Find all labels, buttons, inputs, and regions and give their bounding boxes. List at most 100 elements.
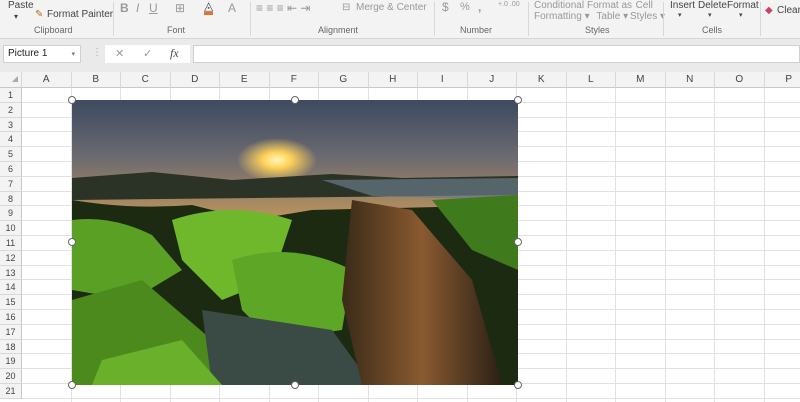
row-header-18[interactable]: 18 <box>0 339 22 355</box>
column-header-N[interactable]: N <box>665 72 715 88</box>
resize-handle-top-right[interactable] <box>514 96 522 104</box>
row-header-21[interactable]: 21 <box>0 384 22 399</box>
label: Table <box>596 11 621 22</box>
divider <box>250 2 251 36</box>
cancel-icon[interactable]: ✕ <box>115 47 124 60</box>
decimal-buttons[interactable]: +.0 .00 <box>498 1 520 8</box>
gridline <box>664 88 666 402</box>
row-header-9[interactable]: 9 <box>0 206 22 222</box>
row-header-17[interactable]: 17 <box>0 324 22 340</box>
divider <box>663 2 664 36</box>
paste-dropdown-icon[interactable]: ▾ <box>14 12 18 21</box>
row-header-10[interactable]: 10 <box>0 221 22 236</box>
formula-buttons: ✕ ✓ fx <box>105 45 190 63</box>
formula-input[interactable] <box>193 45 800 63</box>
clipboard-group-label: Clipboard <box>34 25 73 35</box>
divider <box>113 2 114 36</box>
picture-1[interactable] <box>72 100 518 385</box>
label: Formatting <box>534 11 582 22</box>
row-header-6[interactable]: 6 <box>0 162 22 177</box>
align-icons[interactable]: ≡ ≡ ≡ ⇤ ⇥ <box>256 1 310 15</box>
row-header-20[interactable]: 20 <box>0 369 22 384</box>
column-header-A[interactable]: A <box>22 72 72 88</box>
label: Styles <box>630 11 658 22</box>
column-header-F[interactable]: F <box>269 72 319 88</box>
row-header-13[interactable]: 13 <box>0 265 22 281</box>
dropdown-icon: ▾ <box>739 12 743 19</box>
row-header-12[interactable]: 12 <box>0 250 22 266</box>
gridline <box>615 88 616 402</box>
label: Format as <box>587 0 633 11</box>
merge-icon: ⊟ <box>342 2 351 13</box>
underline-button[interactable]: U <box>149 1 158 15</box>
gridline <box>763 88 765 402</box>
resize-handle-top[interactable] <box>291 96 299 104</box>
column-header-I[interactable]: I <box>418 72 468 88</box>
resize-handle-top-left[interactable] <box>68 96 76 104</box>
row-header-2[interactable]: 2 <box>0 102 22 118</box>
format-as-table-button[interactable]: Format as Table ▾ <box>587 0 632 22</box>
row-header-4[interactable]: 4 <box>0 132 22 148</box>
delete-button[interactable]: Delete <box>698 0 727 11</box>
resize-handle-bottom-left[interactable] <box>68 381 76 389</box>
clear-button[interactable]: Clear <box>777 5 800 16</box>
merge-center-button[interactable]: Merge & Center <box>356 2 427 13</box>
conditional-formatting-button[interactable]: Conditional Formatting ▾ <box>534 0 590 22</box>
ribbon: Paste ▾ ✎ Format Painter Clipboard B I U… <box>0 0 800 39</box>
resize-handle-bottom-right[interactable] <box>514 381 522 389</box>
name-box[interactable]: Picture 1 ▾ <box>3 45 81 63</box>
enter-icon[interactable]: ✓ <box>143 47 152 60</box>
borders-icon[interactable]: ⊞ <box>175 1 185 15</box>
format-painter-button[interactable]: Format Painter <box>47 9 113 20</box>
currency-button[interactable]: $ <box>442 0 449 14</box>
column-header-G[interactable]: G <box>319 72 369 88</box>
gridline <box>714 88 715 402</box>
row-header-15[interactable]: 15 <box>0 295 22 310</box>
column-header-B[interactable]: B <box>71 72 121 88</box>
font-color-button[interactable]: A <box>228 1 236 15</box>
resize-handle-bottom[interactable] <box>291 381 299 389</box>
label: Cell <box>635 0 653 11</box>
fill-color-icon[interactable]: ◬ <box>204 0 214 15</box>
format-button[interactable]: Format <box>727 0 759 11</box>
italic-button[interactable]: I <box>136 1 139 15</box>
gridline <box>22 397 800 399</box>
column-header-K[interactable]: K <box>517 72 567 88</box>
column-header-L[interactable]: L <box>566 72 616 88</box>
column-header-C[interactable]: C <box>121 72 171 88</box>
bold-button[interactable]: B <box>120 1 129 15</box>
number-group-label: Number <box>460 25 493 35</box>
row-header-11[interactable]: 11 <box>0 236 22 251</box>
column-header-M[interactable]: M <box>616 72 666 88</box>
insert-button[interactable]: Insert <box>670 0 695 11</box>
resize-handle-right[interactable] <box>514 238 522 246</box>
row-header-19[interactable]: 19 <box>0 354 22 370</box>
insert-function-button[interactable]: fx <box>170 46 179 61</box>
select-all-icon: ◢ <box>11 74 18 83</box>
column-header-D[interactable]: D <box>170 72 220 88</box>
divider <box>528 2 529 36</box>
alignment-group-label: Alignment <box>318 25 359 35</box>
row-header-16[interactable]: 16 <box>0 310 22 325</box>
row-header-5[interactable]: 5 <box>0 147 22 162</box>
column-header-P[interactable]: P <box>764 72 800 88</box>
row-header-14[interactable]: 14 <box>0 280 22 296</box>
cell-styles-button[interactable]: Cell Styles ▾ <box>630 0 665 22</box>
paste-button[interactable]: Paste <box>8 0 34 11</box>
comma-button[interactable]: , <box>478 0 481 14</box>
column-header-J[interactable]: J <box>467 72 517 88</box>
select-all-button[interactable]: ◢ <box>0 72 22 88</box>
row-header-1[interactable]: 1 <box>0 88 22 103</box>
chevron-down-icon[interactable]: ▾ <box>71 50 75 58</box>
row-header-7[interactable]: 7 <box>0 176 22 192</box>
column-header-E[interactable]: E <box>220 72 270 88</box>
column-header-O[interactable]: O <box>715 72 765 88</box>
row-header-3[interactable]: 3 <box>0 117 22 133</box>
row-header-8[interactable]: 8 <box>0 191 22 207</box>
font-group-label: Font <box>167 25 186 35</box>
gridline <box>565 88 567 402</box>
resize-handle-left[interactable] <box>68 238 76 246</box>
landscape-photo <box>72 172 518 385</box>
percent-button[interactable]: % <box>460 1 470 13</box>
column-header-H[interactable]: H <box>368 72 418 88</box>
